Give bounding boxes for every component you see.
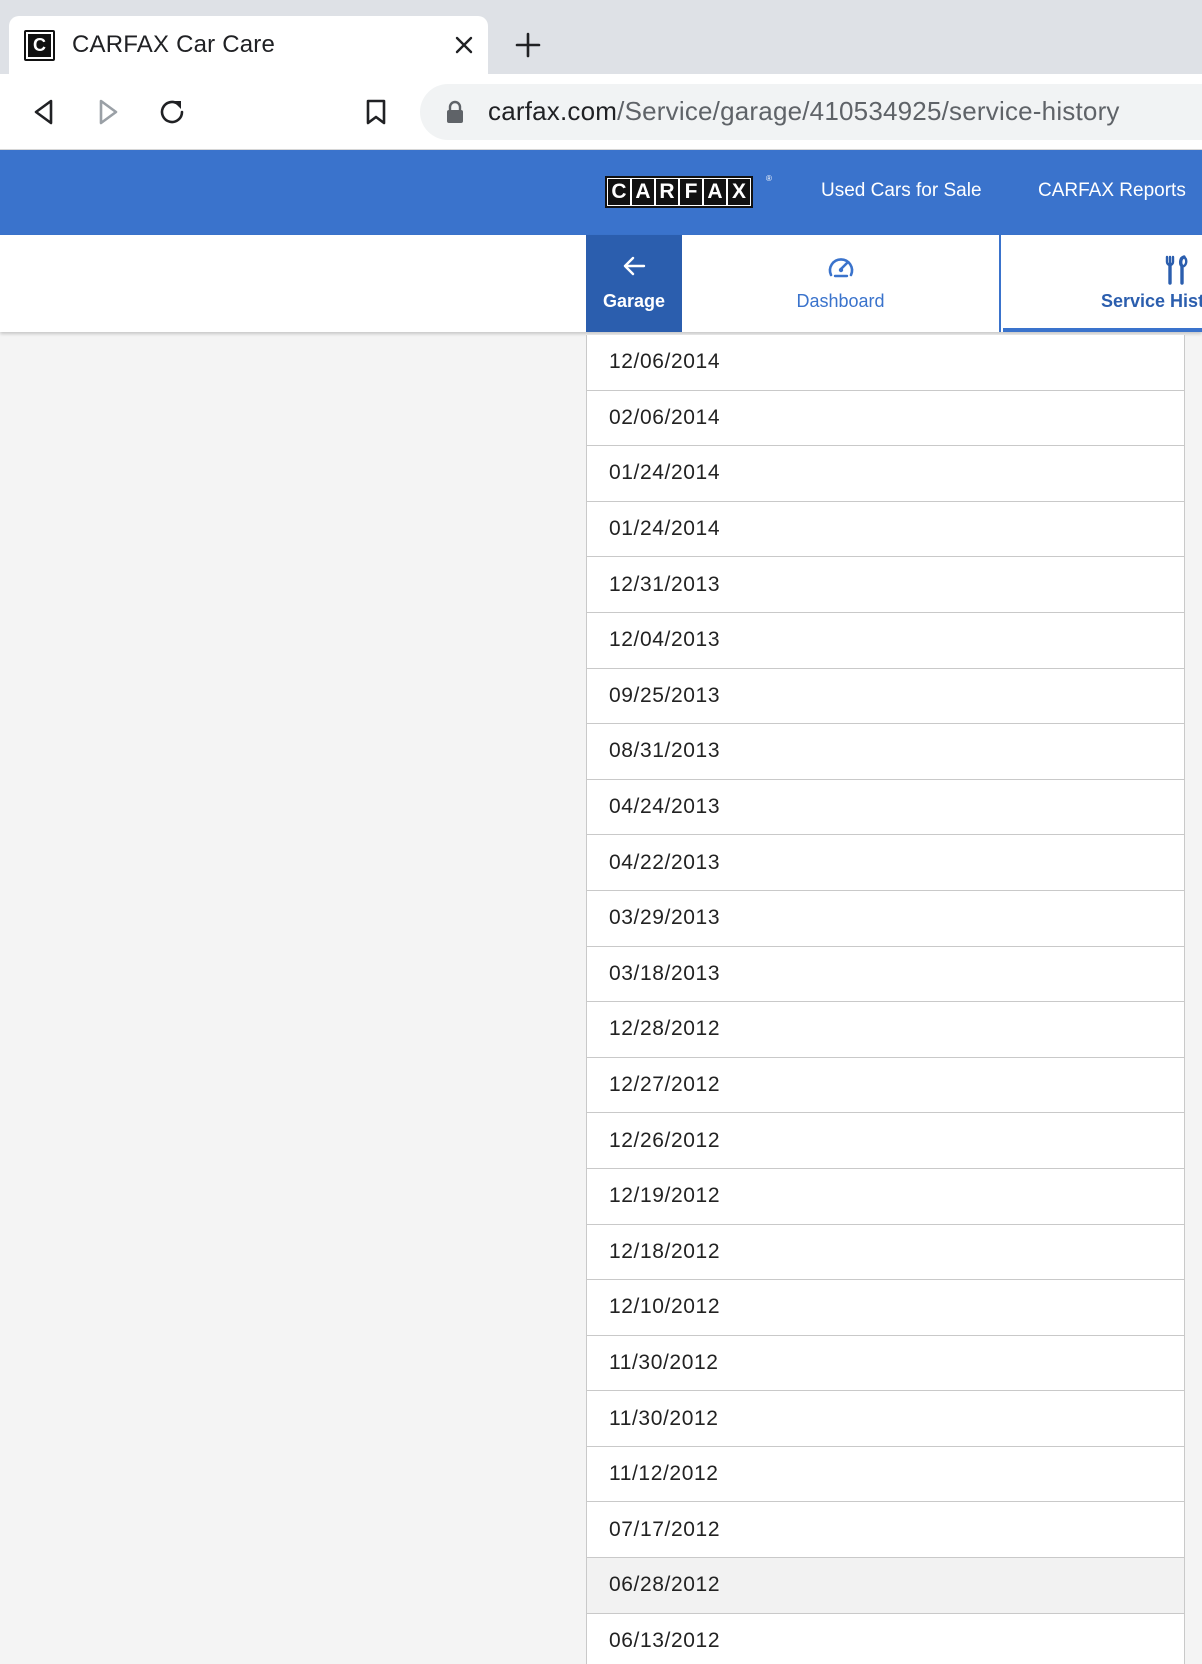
list-item[interactable]: 11/30/2012 (586, 1391, 1185, 1447)
list-item[interactable]: 12/10/2012 (586, 1280, 1185, 1336)
close-icon[interactable] (449, 30, 479, 60)
forward-arrow-icon[interactable] (88, 92, 128, 132)
list-item[interactable]: 04/22/2013 (586, 835, 1185, 891)
list-item[interactable]: 07/17/2012 (586, 1502, 1185, 1559)
url-text: carfax.com/Service/garage/410534925/serv… (488, 96, 1120, 126)
list-item[interactable]: 04/24/2013 (586, 779, 1185, 836)
list-item[interactable]: 01/24/2014 (586, 501, 1185, 558)
list-item[interactable]: 12/19/2012 (586, 1168, 1185, 1225)
plus-icon[interactable] (512, 29, 544, 61)
list-item[interactable]: 12/04/2013 (586, 612, 1185, 669)
tab-title: CARFAX Car Care (72, 31, 276, 58)
browser-toolbar: carfax.com/Service/garage/410534925/serv… (0, 74, 1202, 150)
list-item[interactable]: 08/31/2013 (586, 724, 1185, 780)
list-item[interactable]: 12/06/2014 (586, 335, 1185, 391)
used-cars-link[interactable]: Used Cars for Sale (821, 180, 982, 202)
list-item[interactable]: 12/26/2012 (586, 1113, 1185, 1169)
list-item[interactable]: 03/18/2013 (586, 946, 1185, 1003)
carfax-reports-link[interactable]: CARFAX Reports (1038, 180, 1186, 202)
lock-icon (446, 100, 464, 129)
garage-label: Garage (602, 291, 666, 311)
carfax-logo[interactable]: CARFAX (605, 176, 753, 208)
list-item[interactable]: 01/24/2014 (586, 446, 1185, 502)
list-item[interactable]: 12/28/2012 (586, 1002, 1185, 1058)
list-item[interactable]: 11/12/2012 (586, 1446, 1185, 1503)
list-item[interactable]: 11/30/2012 (586, 1335, 1185, 1392)
back-arrow-icon[interactable] (24, 92, 64, 132)
list-item[interactable]: 06/13/2012 (586, 1613, 1185, 1664)
service-history-list: 12/06/2014 02/06/2014 01/24/2014 01/24/2014… (586, 335, 1185, 1664)
service-history-label: Service Hist (1101, 291, 1202, 311)
garage-back-button[interactable]: Garage (586, 235, 682, 332)
tab-service-history[interactable]: Service Hist (1003, 235, 1202, 332)
wrench-tools-icon (1163, 255, 1191, 290)
reload-icon[interactable] (152, 92, 192, 132)
address-bar[interactable]: carfax.com/Service/garage/410534925/serv… (420, 84, 1202, 140)
speedometer-icon (827, 255, 855, 284)
browser-tab[interactable]: C CARFAX Car Care (9, 16, 488, 74)
garage-subnav: Garage Dashboard Service Hist (0, 235, 1202, 332)
list-item[interactable]: 12/27/2012 (586, 1057, 1185, 1114)
carfax-favicon-icon: C (24, 30, 55, 61)
browser-tab-strip: C CARFAX Car Care (0, 0, 1202, 74)
arrow-left-icon (622, 255, 646, 282)
dashboard-label: Dashboard (796, 291, 885, 311)
list-item[interactable]: 03/29/2013 (586, 890, 1185, 947)
registered-mark: ® (766, 174, 772, 183)
list-item[interactable]: 12/18/2012 (586, 1224, 1185, 1281)
bookmark-icon[interactable] (356, 92, 396, 132)
list-item[interactable]: 09/25/2013 (586, 668, 1185, 725)
list-item[interactable]: 12/31/2013 (586, 557, 1185, 613)
tab-dashboard[interactable]: Dashboard (682, 235, 1001, 332)
site-header: CARFAX ® Used Cars for Sale CARFAX Repor… (0, 150, 1202, 235)
list-item[interactable]: 06/28/2012 (586, 1558, 1185, 1614)
list-item[interactable]: 02/06/2014 (586, 390, 1185, 447)
